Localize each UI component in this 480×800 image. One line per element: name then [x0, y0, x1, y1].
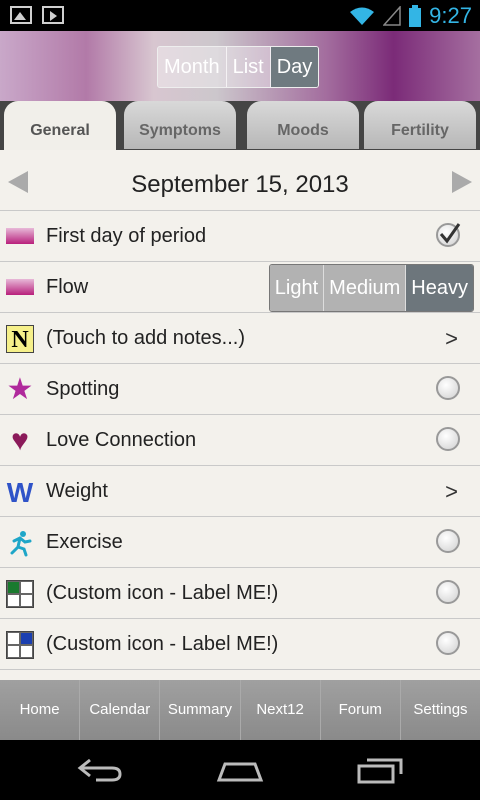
row-label: Spotting [46, 378, 120, 400]
row-custom-2[interactable]: (Custom icon - Label ME!) [0, 619, 480, 670]
flow-light-button[interactable]: Light [269, 265, 325, 311]
first-day-checkbox[interactable] [436, 223, 461, 247]
nav-home[interactable]: Home [0, 680, 81, 740]
star-icon: ★ [6, 373, 34, 406]
row-notes[interactable]: N (Touch to add notes...) > [0, 313, 480, 364]
custom-grid-green-icon [6, 580, 34, 608]
row-flow: Flow Light Medium Heavy [0, 262, 480, 313]
row-first-day-of-period[interactable]: First day of period [0, 211, 480, 262]
back-icon[interactable] [76, 756, 126, 784]
signal-icon [383, 6, 401, 26]
chevron-right-icon: > [445, 326, 458, 351]
nav-next12[interactable]: Next12 [241, 680, 321, 740]
flow-heavy-button[interactable]: Heavy [406, 265, 473, 311]
flow-selector: Light Medium Heavy [268, 264, 474, 312]
row-love-connection[interactable]: ♥ Love Connection [0, 415, 480, 466]
heart-icon: ♥ [11, 424, 29, 457]
row-label: (Custom icon - Label ME!) [46, 582, 279, 604]
custom-2-radio[interactable] [436, 631, 460, 655]
recent-apps-icon[interactable] [355, 756, 405, 784]
gallery-notification-icon [10, 6, 32, 24]
clock: 9:27 [429, 3, 472, 28]
chevron-right-icon: > [445, 479, 458, 504]
custom-1-radio[interactable] [436, 580, 460, 604]
exercise-radio[interactable] [436, 529, 460, 553]
period-bar-icon [6, 223, 34, 251]
row-label: Exercise [46, 531, 123, 553]
checkmark-icon [439, 223, 461, 244]
view-day-button[interactable]: Day [270, 47, 319, 87]
nav-summary[interactable]: Summary [160, 680, 241, 740]
row-spotting[interactable]: ★ Spotting [0, 364, 480, 415]
love-connection-radio[interactable] [436, 427, 460, 451]
nav-settings[interactable]: Settings [401, 680, 480, 740]
header-banner: Month List Day [0, 31, 480, 101]
status-bar: 9:27 [0, 0, 480, 31]
row-label: Love Connection [46, 429, 197, 451]
view-month-button[interactable]: Month [158, 47, 227, 87]
row-label: (Touch to add notes...) [46, 327, 246, 349]
bottom-nav: Home Calendar Summary Next12 Forum Setti… [0, 680, 480, 740]
day-content: September 15, 2013 First day of period F… [0, 150, 480, 680]
runner-icon [6, 529, 34, 557]
home-icon[interactable] [215, 756, 265, 784]
next-day-arrow-icon[interactable] [452, 171, 472, 193]
tab-moods[interactable]: Moods [247, 101, 359, 149]
system-nav-bar [0, 740, 480, 800]
battery-icon [409, 5, 422, 27]
flow-medium-button[interactable]: Medium [324, 265, 407, 311]
tab-fertility[interactable]: Fertility [364, 101, 476, 149]
nav-calendar[interactable]: Calendar [80, 680, 161, 740]
current-date: September 15, 2013 [131, 171, 349, 198]
view-switch: Month List Day [157, 46, 320, 88]
row-custom-1[interactable]: (Custom icon - Label ME!) [0, 568, 480, 619]
period-bar-icon [6, 274, 34, 302]
wifi-icon [350, 7, 375, 25]
row-weight[interactable]: W Weight > [0, 466, 480, 517]
nav-forum[interactable]: Forum [321, 680, 401, 740]
notes-icon: N [6, 325, 34, 353]
tab-bar: General Symptoms Moods Fertility [0, 101, 480, 150]
weight-icon: W [6, 477, 34, 508]
view-list-button[interactable]: List [226, 47, 271, 87]
row-label: Weight [46, 480, 108, 502]
play-store-notification-icon [42, 6, 64, 24]
row-label: Flow [46, 276, 89, 298]
row-label: First day of period [46, 225, 207, 247]
custom-grid-blue-icon [6, 631, 34, 659]
spotting-radio[interactable] [436, 376, 460, 400]
row-label: (Custom icon - Label ME!) [46, 633, 279, 655]
tab-general[interactable]: General [4, 101, 116, 150]
tab-symptoms[interactable]: Symptoms [124, 101, 236, 149]
row-exercise[interactable]: Exercise [0, 517, 480, 568]
date-navigator: September 15, 2013 [0, 150, 480, 211]
